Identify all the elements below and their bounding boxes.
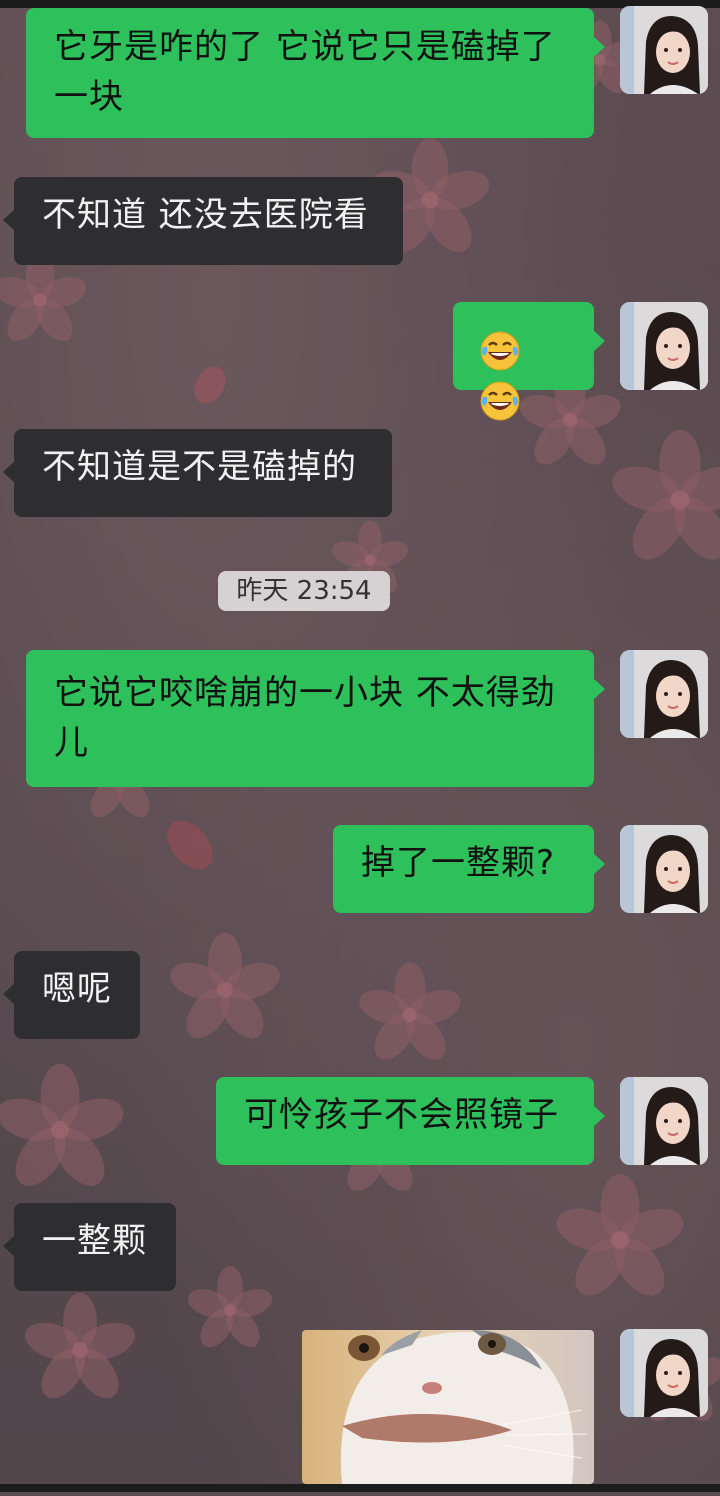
status-bar-edge [0, 0, 720, 8]
message-text-line: 一块 [54, 77, 124, 117]
message-text: 不知道 还没去医院看 [42, 195, 369, 235]
avatar[interactable] [620, 1329, 708, 1417]
message-text: 一整颗 [42, 1221, 147, 1261]
message-text-line: 儿 [54, 723, 89, 763]
outgoing-message[interactable]: 它牙是咋的了 它说它只是磕掉了 一块 [26, 8, 605, 138]
outgoing-message[interactable]: 可怜孩子不会照镜子 [216, 1077, 605, 1165]
incoming-message[interactable]: 不知道是不是磕掉的 [3, 429, 392, 517]
face-with-tears-of-joy-icon [479, 380, 521, 422]
outgoing-message[interactable]: 掉了一整颗? [333, 825, 605, 913]
message-text: 嗯呢 [42, 969, 112, 1009]
timestamp: 昨天 23:54 [218, 571, 390, 611]
message-text-line: 它牙是咋的了 它说它只是磕掉了 [54, 27, 556, 67]
cat-sticker[interactable] [302, 1330, 594, 1484]
message-text: 不知道是不是磕掉的 [42, 447, 357, 487]
bottom-edge [0, 1484, 720, 1492]
message-text: 可怜孩子不会照镜子 [244, 1095, 559, 1135]
outgoing-message[interactable] [453, 302, 605, 390]
outgoing-message[interactable]: 它说它咬啥崩的一小块 不太得劲 儿 [26, 650, 605, 787]
message-text-line: 它说它咬啥崩的一小块 不太得劲 [54, 673, 556, 713]
incoming-message[interactable]: 不知道 还没去医院看 [3, 177, 403, 265]
avatar[interactable] [620, 1077, 708, 1165]
incoming-message[interactable]: 嗯呢 [3, 951, 140, 1039]
incoming-message[interactable]: 一整颗 [3, 1203, 176, 1291]
avatar[interactable] [620, 825, 708, 913]
face-with-tears-of-joy-icon [479, 330, 521, 372]
message-text: 掉了一整颗? [361, 843, 556, 883]
avatar[interactable] [620, 302, 708, 390]
avatar[interactable] [620, 6, 708, 94]
avatar[interactable] [620, 650, 708, 738]
